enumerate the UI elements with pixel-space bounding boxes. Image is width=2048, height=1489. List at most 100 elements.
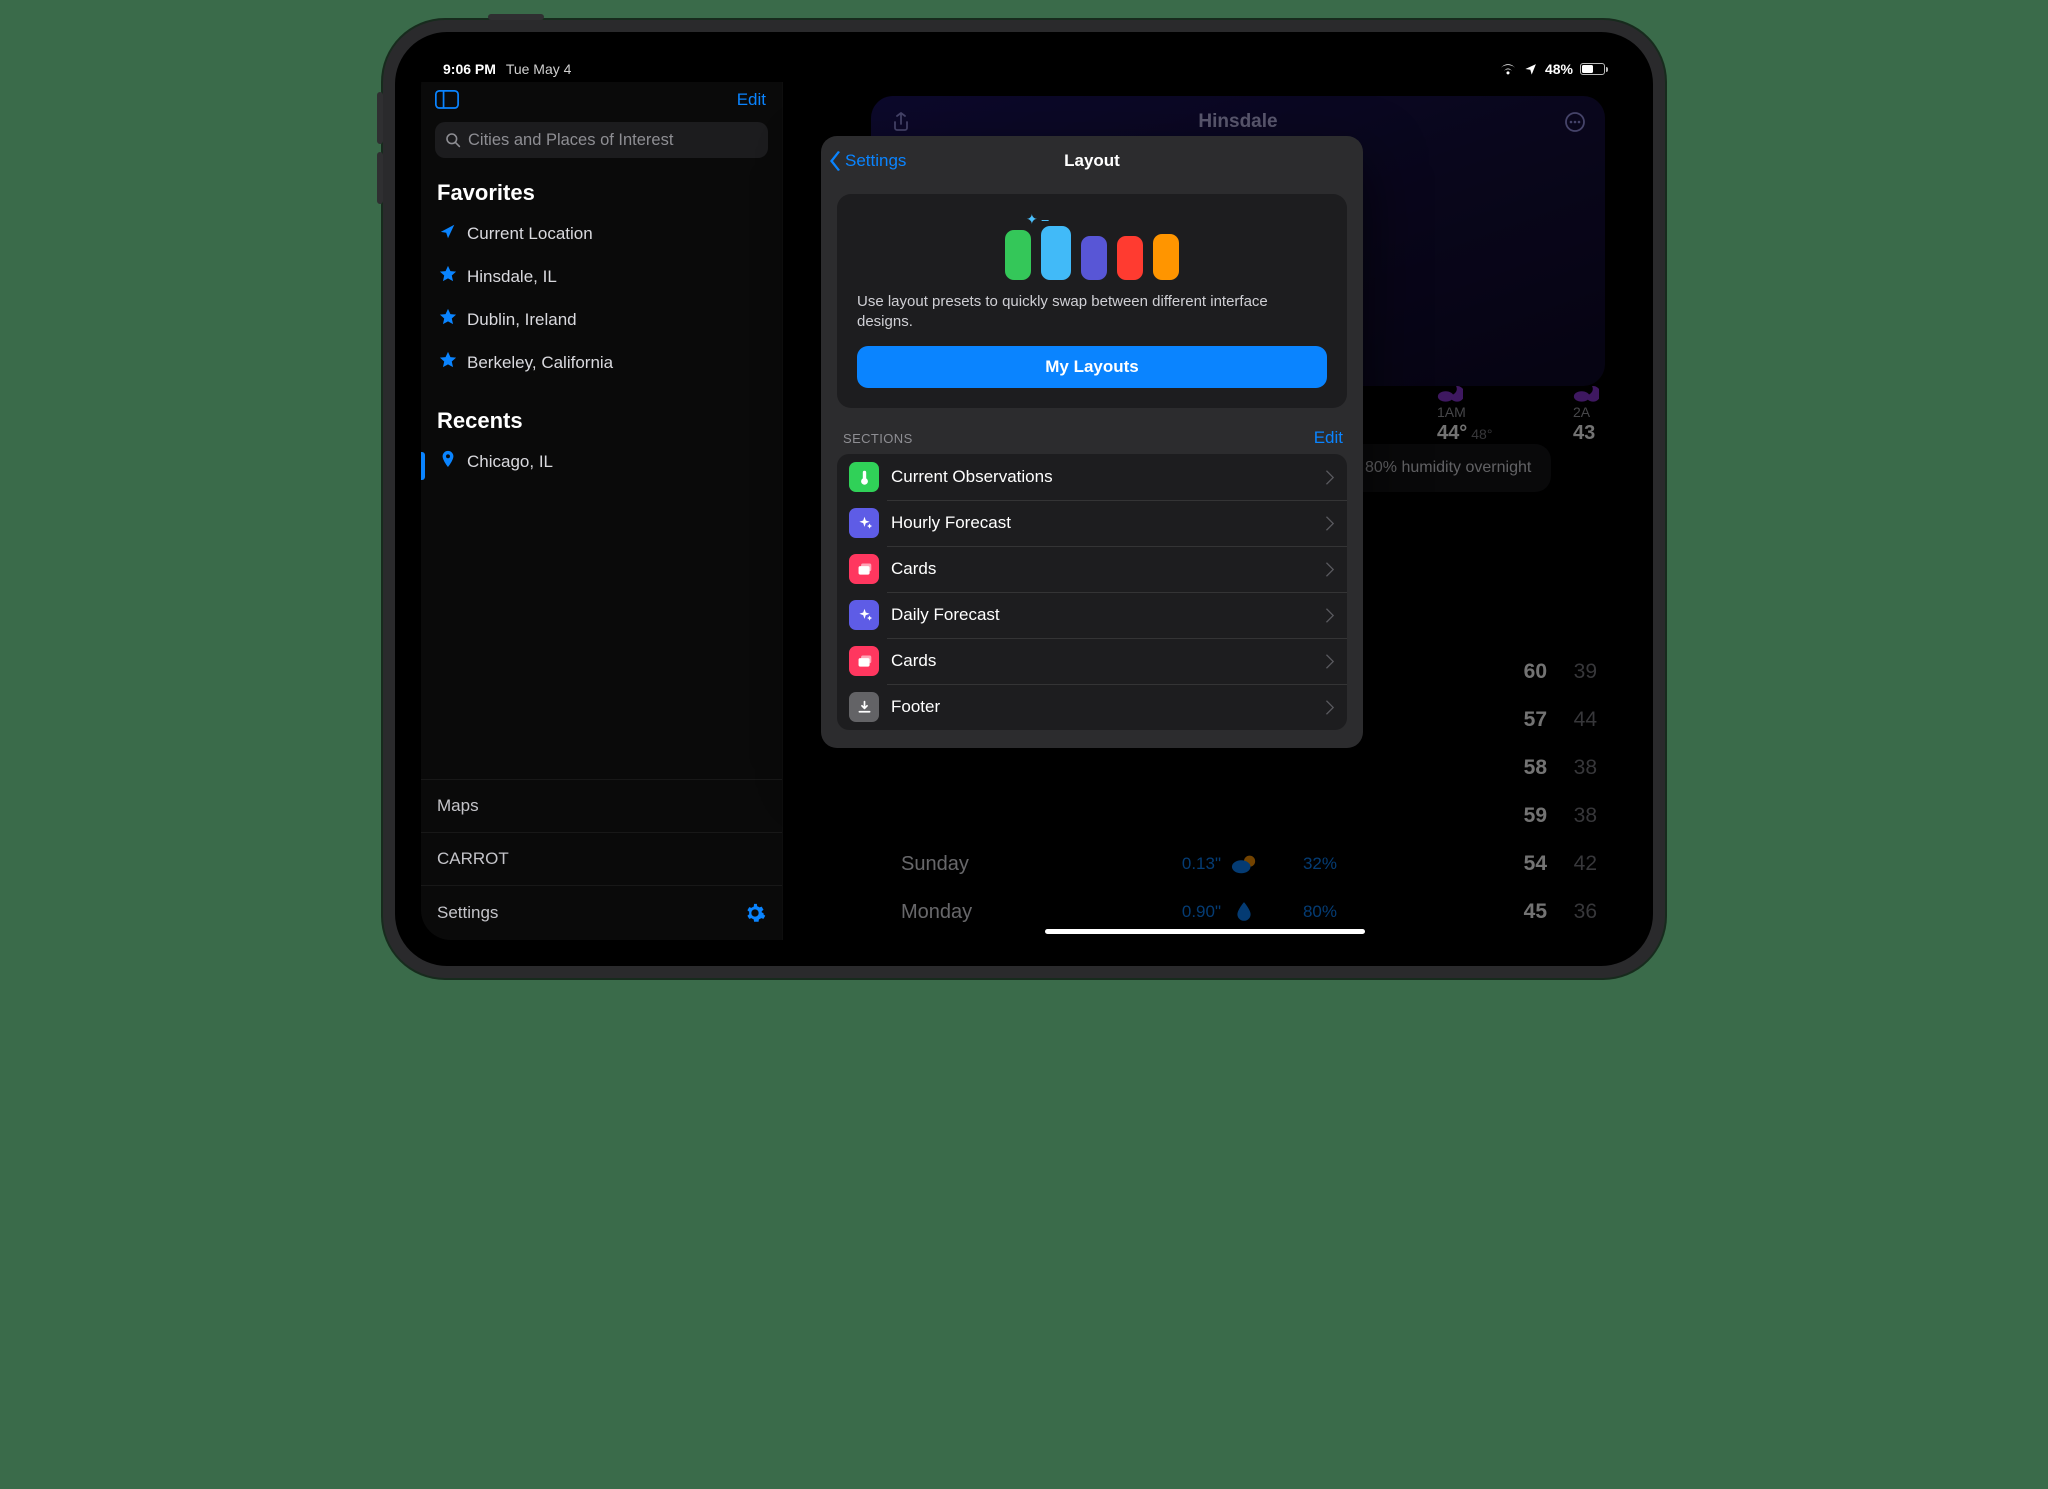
sidebar-item-label: Settings <box>437 903 498 923</box>
popover-title: Layout <box>1064 151 1120 171</box>
sparkle-icon <box>849 600 879 630</box>
sparkle-icon: ✦ ⎯ <box>1026 211 1049 228</box>
sidebar-item-recent[interactable]: Chicago, IL <box>421 440 782 483</box>
chevron-right-icon <box>1326 608 1335 623</box>
sidebar-item-maps[interactable]: Maps <box>421 779 782 832</box>
back-button[interactable]: Settings <box>829 136 906 186</box>
chevron-right-icon <box>1326 654 1335 669</box>
sidebar-item-label: Current Location <box>467 224 593 244</box>
hardware-button <box>377 152 383 204</box>
location-name: Hinsdale <box>1198 111 1277 133</box>
rain-icon <box>1233 901 1255 923</box>
sidebar-item-current-location[interactable]: Current Location <box>421 212 782 255</box>
preset-swatch-purple <box>1081 236 1107 280</box>
search-icon <box>445 132 461 148</box>
status-bar: 9:06 PM Tue May 4 48% <box>421 56 1627 82</box>
presets-card: ✦ ⎯ Use layout presets to quickly swap b… <box>837 194 1347 408</box>
sidebar-item-label: Dublin, Ireland <box>467 310 577 330</box>
daily-row: Sunday0.13" 32%5442 <box>893 840 1605 888</box>
row-label: Current Observations <box>891 467 1314 487</box>
cloud-moon-icon <box>1573 382 1599 404</box>
hardware-button <box>488 14 544 20</box>
star-icon <box>439 351 457 374</box>
battery-pct: 48% <box>1545 61 1573 77</box>
sidebar-item-settings[interactable]: Settings <box>421 885 782 940</box>
section-cards[interactable]: Cards <box>837 546 1347 592</box>
section-current-observations[interactable]: Current Observations <box>837 454 1347 500</box>
section-cards[interactable]: Cards <box>837 638 1347 684</box>
battery-icon <box>1580 63 1605 75</box>
preset-swatch-red <box>1117 236 1143 280</box>
home-indicator[interactable] <box>1045 929 1365 934</box>
sparkle-icon <box>849 508 879 538</box>
more-icon[interactable] <box>1563 110 1587 134</box>
search-input[interactable]: Cities and Places of Interest <box>435 122 768 158</box>
favorites-list: Current Location Hinsdale, IL Dublin, Ir… <box>421 212 782 402</box>
sidebar: Edit Cities and Places of Interest Favor… <box>421 82 783 940</box>
chevron-right-icon <box>1326 562 1335 577</box>
pin-icon <box>439 450 457 473</box>
favorites-header: Favorites <box>421 174 782 212</box>
sidebar-item-label: Hinsdale, IL <box>467 267 557 287</box>
daily-row: 5838 <box>893 744 1605 792</box>
popover-navbar: Settings Layout <box>821 136 1363 186</box>
sidebar-item-label: CARROT <box>437 849 509 869</box>
sidebar-item-label: Berkeley, California <box>467 353 613 373</box>
star-icon <box>439 265 457 288</box>
hour-item: 1AM 44°48° <box>1437 382 1537 445</box>
preset-swatch-orange <box>1153 234 1179 280</box>
sidebar-edit-button[interactable]: Edit <box>737 90 766 110</box>
presets-description: Use layout presets to quickly swap betwe… <box>857 292 1327 332</box>
row-label: Cards <box>891 559 1314 579</box>
preset-swatch-green <box>1005 230 1031 280</box>
hardware-button <box>377 92 383 144</box>
my-layouts-button[interactable]: My Layouts <box>857 346 1327 388</box>
gear-icon <box>744 902 766 924</box>
section-hourly-forecast[interactable]: Hourly Forecast <box>837 500 1347 546</box>
thermometer-icon <box>849 462 879 492</box>
preset-graphic: ✦ ⎯ <box>857 210 1327 280</box>
back-label: Settings <box>845 151 906 171</box>
status-date: Tue May 4 <box>506 61 572 77</box>
sidebar-item-carrot[interactable]: CARROT <box>421 832 782 885</box>
status-time: 9:06 PM <box>443 61 496 77</box>
preset-swatch-blue <box>1041 226 1071 280</box>
location-icon <box>1524 62 1538 76</box>
sections-list: Current Observations Hourly Forecast Car <box>837 454 1347 730</box>
cards-icon <box>849 646 879 676</box>
layout-popover: Settings Layout ✦ ⎯ <box>821 136 1363 748</box>
row-label: Hourly Forecast <box>891 513 1314 533</box>
sidebar-item-favorite[interactable]: Hinsdale, IL <box>421 255 782 298</box>
chevron-right-icon <box>1326 700 1335 715</box>
section-daily-forecast[interactable]: Daily Forecast <box>837 592 1347 638</box>
humidity-text: 80% humidity overnight <box>1365 459 1531 477</box>
partly-cloudy-icon <box>1231 853 1257 875</box>
daily-row: 5938 <box>893 792 1605 840</box>
location-arrow-icon <box>439 222 457 245</box>
download-icon <box>849 692 879 722</box>
sidebar-item-favorite[interactable]: Dublin, Ireland <box>421 298 782 341</box>
section-footer[interactable]: Footer <box>837 684 1347 730</box>
chevron-right-icon <box>1326 470 1335 485</box>
recents-header: Recents <box>421 402 782 440</box>
sidebar-item-label: Chicago, IL <box>467 452 553 472</box>
ipad-frame: 9:06 PM Tue May 4 48% <box>383 20 1665 978</box>
sections-header: SECTIONS <box>843 431 913 446</box>
chevron-right-icon <box>1326 516 1335 531</box>
star-icon <box>439 308 457 331</box>
my-layouts-label: My Layouts <box>1045 357 1139 377</box>
cards-icon <box>849 554 879 584</box>
sections-edit-button[interactable]: Edit <box>1314 428 1343 448</box>
recents-list: Chicago, IL <box>421 440 782 501</box>
row-label: Cards <box>891 651 1314 671</box>
share-icon[interactable] <box>889 110 913 134</box>
edge-indicator <box>421 452 425 480</box>
chevron-left-icon <box>829 150 843 172</box>
sidebar-item-label: Maps <box>437 796 479 816</box>
sidebar-toggle-icon[interactable] <box>435 90 459 110</box>
row-label: Footer <box>891 697 1314 717</box>
cloud-moon-icon <box>1437 382 1463 404</box>
wifi-icon <box>1499 63 1517 76</box>
sidebar-item-favorite[interactable]: Berkeley, California <box>421 341 782 384</box>
row-label: Daily Forecast <box>891 605 1314 625</box>
